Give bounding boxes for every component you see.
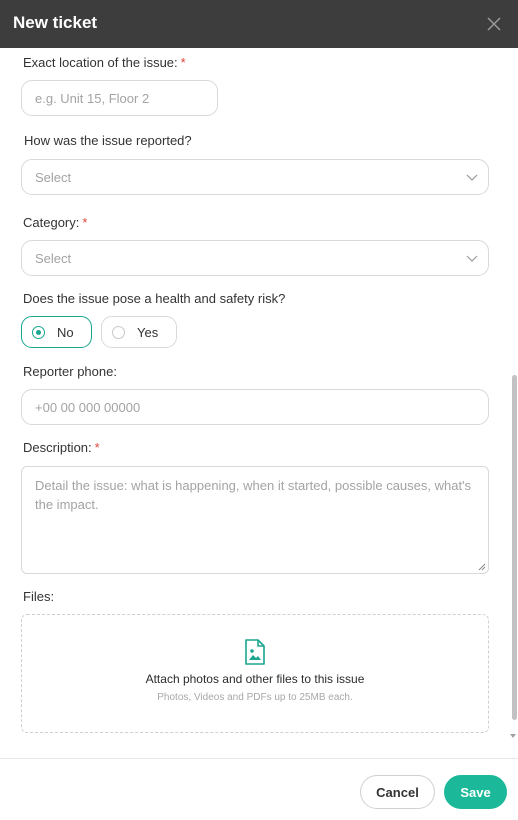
image-file-icon <box>245 639 265 665</box>
location-input[interactable]: e.g. Unit 15, Floor 2 <box>21 80 218 116</box>
scrollbar-thumb[interactable] <box>512 375 517 720</box>
radio-no[interactable]: No <box>21 316 92 348</box>
file-dropzone[interactable]: Attach photos and other files to this is… <box>21 614 489 733</box>
reported-label: How was the issue reported? <box>24 133 192 148</box>
scroll-down-arrow-icon[interactable] <box>510 734 516 738</box>
phone-placeholder: +00 00 000 00000 <box>35 399 141 415</box>
dropzone-subtitle: Photos, Videos and PDFs up to 25MB each. <box>157 692 353 703</box>
description-placeholder: Detail the issue: what is happening, whe… <box>35 478 472 512</box>
chevron-down-icon <box>466 255 478 262</box>
reported-placeholder: Select <box>35 169 72 185</box>
radio-no-label: No <box>57 324 74 340</box>
reported-select[interactable]: Select <box>21 159 489 195</box>
health-safety-label: Does the issue pose a health and safety … <box>23 291 286 306</box>
save-button[interactable]: Save <box>444 775 507 809</box>
cancel-button[interactable]: Cancel <box>360 775 435 809</box>
close-icon[interactable] <box>487 17 501 31</box>
files-label: Files: <box>23 589 55 604</box>
description-label: Description: * <box>23 440 100 455</box>
required-mark: * <box>94 440 100 455</box>
chevron-down-icon <box>466 174 478 181</box>
radio-button-icon <box>112 325 125 339</box>
radio-button-icon <box>32 325 45 339</box>
category-select[interactable]: Select <box>21 240 489 276</box>
radio-yes[interactable]: Yes <box>101 316 177 348</box>
category-label: Category: * <box>23 215 87 230</box>
location-label: Exact location of the issue: * <box>23 55 186 70</box>
location-placeholder: e.g. Unit 15, Floor 2 <box>35 90 150 106</box>
phone-label: Reporter phone: <box>23 364 117 379</box>
description-textarea[interactable]: Detail the issue: what is happening, whe… <box>21 466 489 574</box>
category-placeholder: Select <box>35 250 72 266</box>
dropzone-title: Attach photos and other files to this is… <box>145 672 365 686</box>
modal-footer: Cancel Save <box>0 758 518 820</box>
modal-title: New ticket <box>13 13 98 32</box>
location-label-text: Exact location of the issue: <box>23 55 178 70</box>
radio-yes-label: Yes <box>137 324 159 340</box>
resize-grip-icon[interactable] <box>478 563 486 571</box>
form-body: Exact location of the issue: * e.g. Unit … <box>0 48 518 758</box>
category-label-text: Category: <box>23 215 80 230</box>
required-mark: * <box>82 215 88 230</box>
modal-header: New ticket <box>0 0 518 48</box>
required-mark: * <box>180 55 186 70</box>
phone-input[interactable]: +00 00 000 00000 <box>21 389 489 425</box>
description-label-text: Description: <box>23 440 92 455</box>
